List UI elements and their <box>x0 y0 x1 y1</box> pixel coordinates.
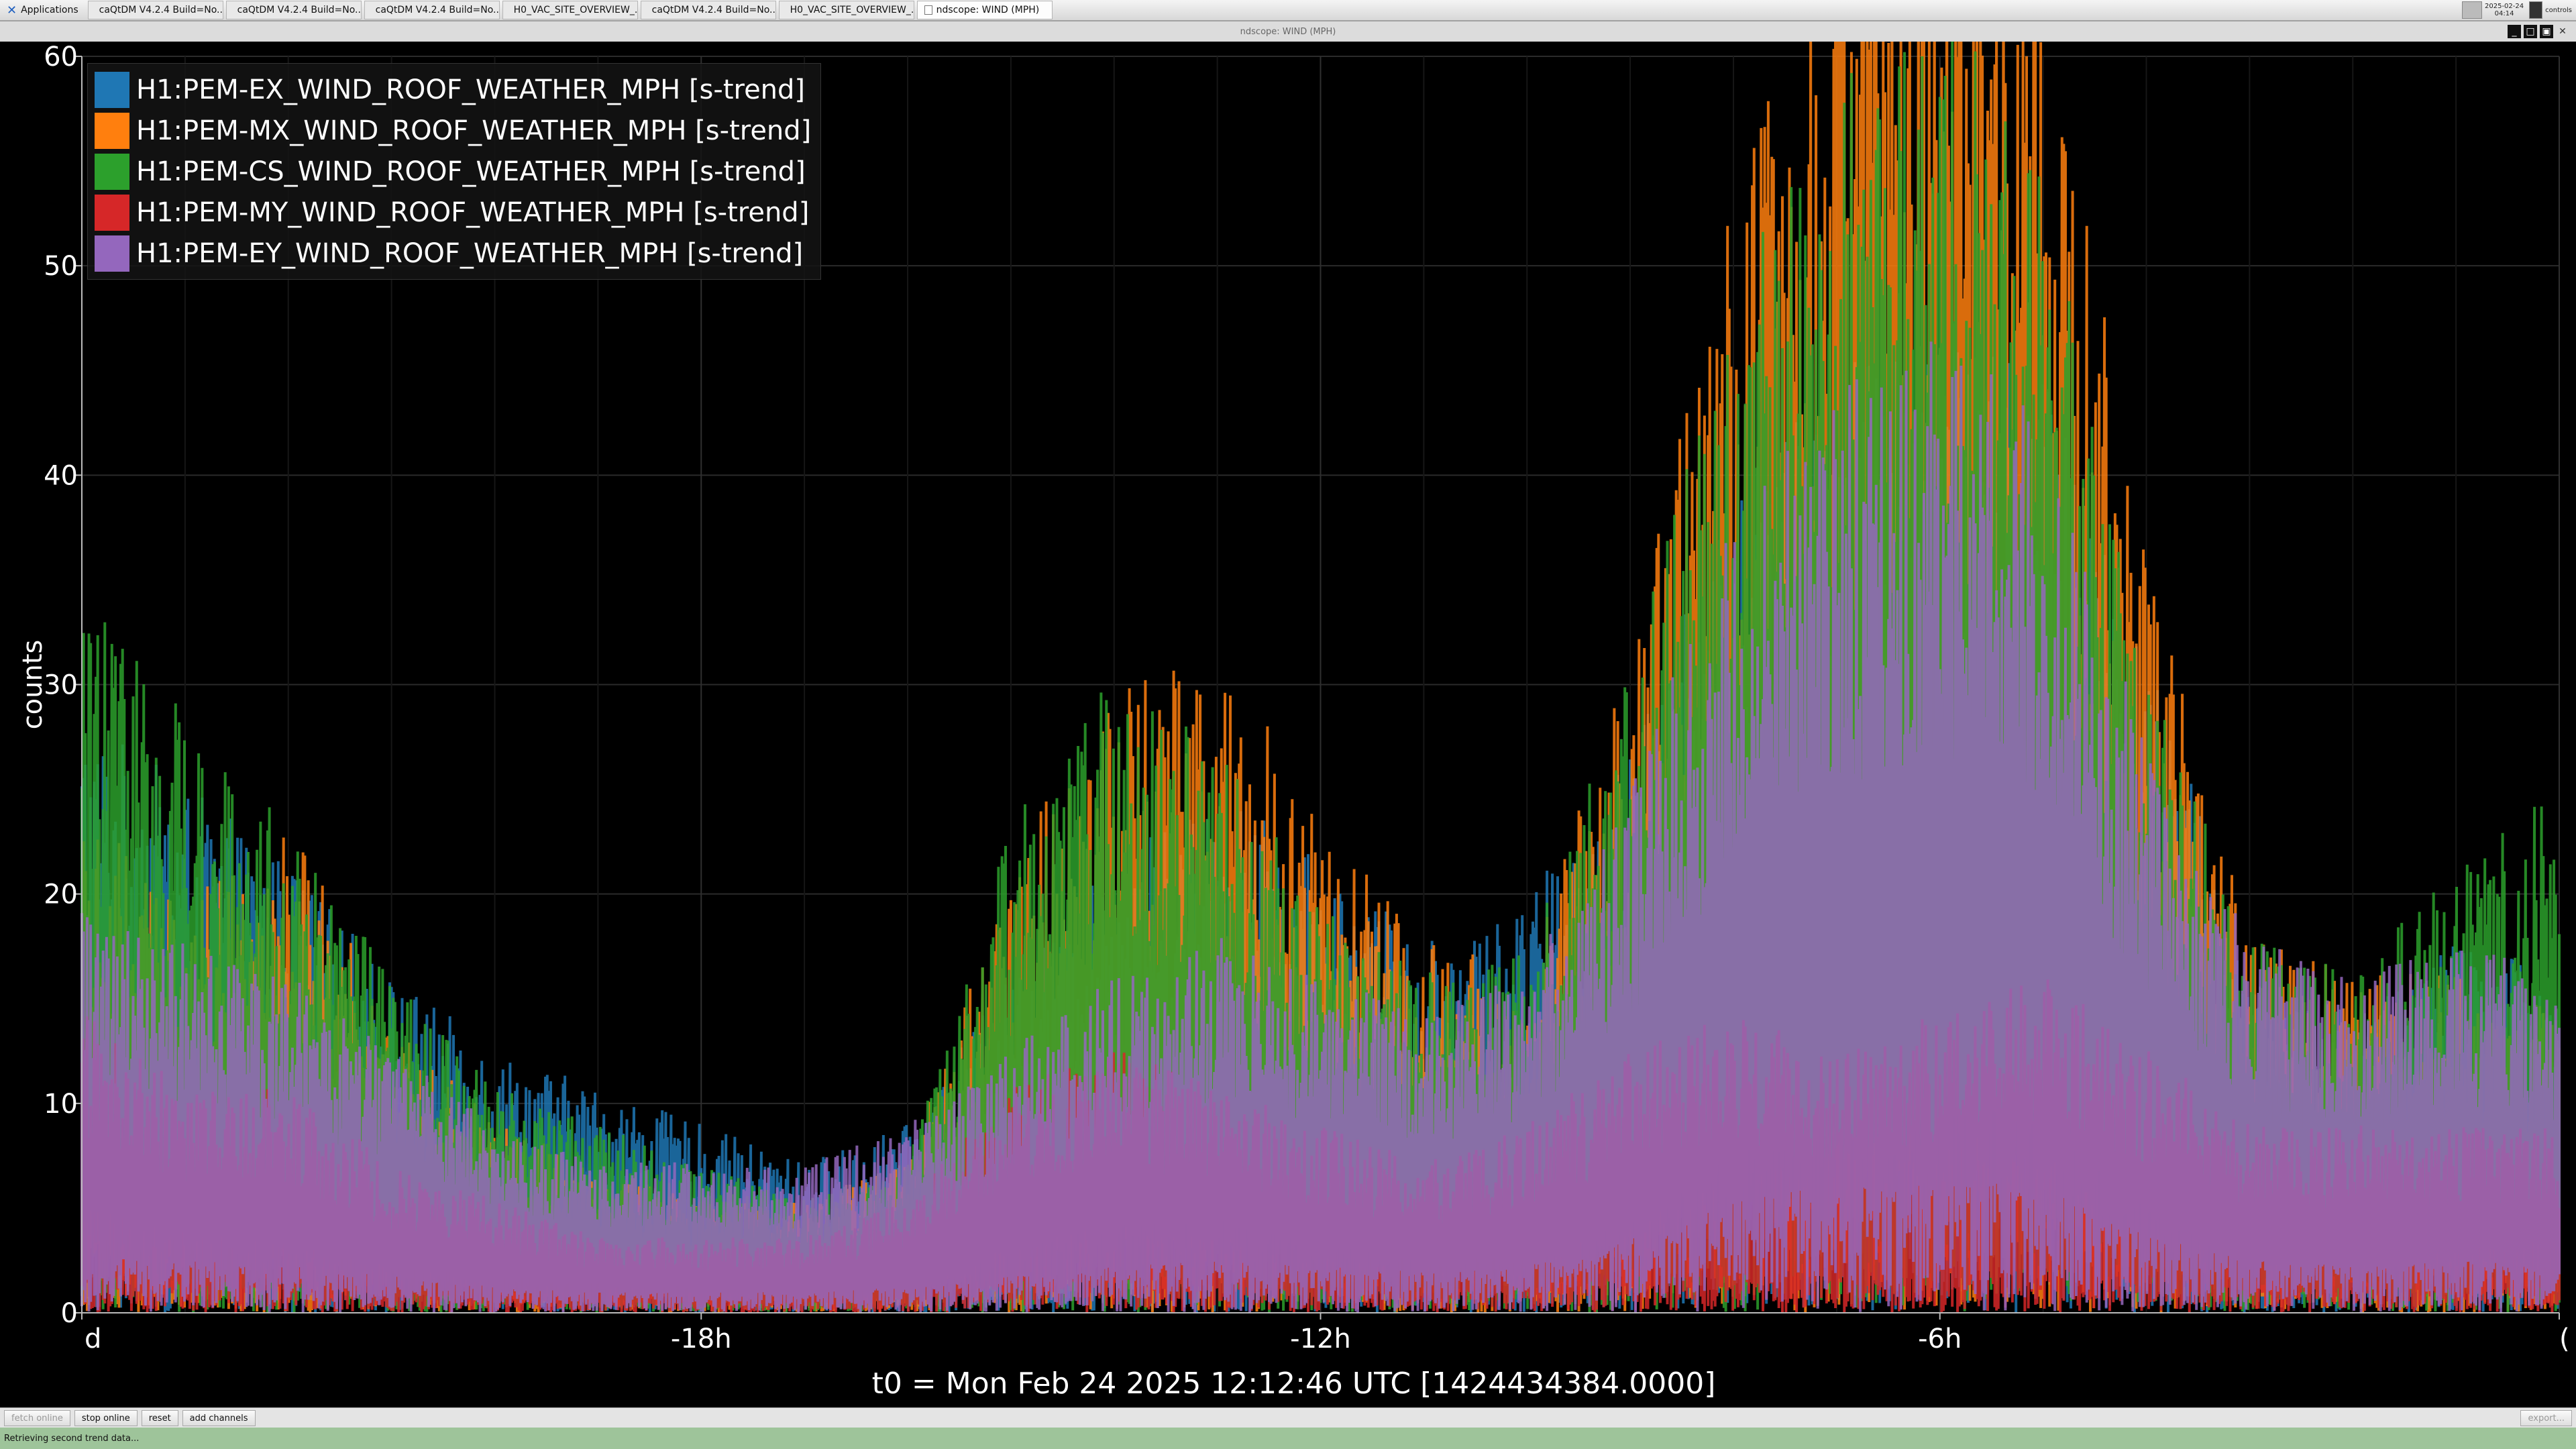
legend-entry[interactable]: H1:PEM-CS_WIND_ROOF_WEATHER_MPH [s-trend… <box>95 151 811 192</box>
status-bar: Retrieving second trend data... <box>0 1428 2576 1449</box>
legend-swatch <box>95 235 129 272</box>
taskbar-window-0[interactable]: caQtDM V4.2.4 Build=No... <box>87 1 223 19</box>
taskbar-window-6[interactable]: ndscope: WIND (MPH) <box>916 1 1053 19</box>
taskbar-window-1[interactable]: caQtDM V4.2.4 Build=No... <box>225 1 362 19</box>
taskbar-window-label: caQtDM V4.2.4 Build=No... <box>375 5 500 15</box>
legend-label: H1:PEM-EX_WIND_ROOF_WEATHER_MPH [s-trend… <box>136 74 806 105</box>
y-tick-label: 0 <box>61 1298 78 1329</box>
legend-swatch <box>95 112 129 149</box>
window-titlebar[interactable]: ndscope: WIND (MPH) _ □ ▣ ✕ <box>0 21 2576 42</box>
taskbar-window-label: caQtDM V4.2.4 Build=No... <box>99 5 223 15</box>
taskbar-window-3[interactable]: H0_VAC_SITE_OVERVIEW_... <box>502 1 638 19</box>
plot-legend[interactable]: H1:PEM-EX_WIND_ROOF_WEATHER_MPH [s-trend… <box>87 63 822 280</box>
taskbar-window-label: H0_VAC_SITE_OVERVIEW_... <box>790 5 914 15</box>
legend-label: H1:PEM-EY_WIND_ROOF_WEATHER_MPH [s-trend… <box>136 237 804 269</box>
taskbar-window-label: ndscope: WIND (MPH) <box>936 5 1040 15</box>
legend-label: H1:PEM-CS_WIND_ROOF_WEATHER_MPH [s-trend… <box>136 156 806 187</box>
x-tick-label: d <box>85 1324 101 1354</box>
stop-online-button[interactable]: stop online <box>74 1410 138 1426</box>
x-tick-label: -12h <box>1290 1324 1351 1354</box>
maximize-button[interactable]: □ <box>2524 25 2537 38</box>
taskbar-window-2[interactable]: caQtDM V4.2.4 Build=No... <box>364 1 500 19</box>
taskbar-window-4[interactable]: caQtDM V4.2.4 Build=No... <box>640 1 776 19</box>
y-tick-label: 60 <box>44 42 78 72</box>
applications-label: Applications <box>21 5 78 15</box>
y-tick-label: 10 <box>44 1089 78 1120</box>
legend-entry[interactable]: H1:PEM-MY_WIND_ROOF_WEATHER_MPH [s-trend… <box>95 192 811 233</box>
legend-entry[interactable]: H1:PEM-EX_WIND_ROOF_WEATHER_MPH [s-trend… <box>95 69 811 110</box>
legend-entry[interactable]: H1:PEM-EY_WIND_ROOF_WEATHER_MPH [s-trend… <box>95 233 811 274</box>
clock[interactable]: 2025-02-24 04:14 <box>2485 3 2524 17</box>
legend-swatch <box>95 194 129 231</box>
add-channels-button[interactable]: add channels <box>182 1410 256 1426</box>
y-tick-label: 20 <box>44 879 78 910</box>
document-icon <box>924 5 932 15</box>
taskbar-window-5[interactable]: H0_VAC_SITE_OVERVIEW_... <box>778 1 914 19</box>
reset-button[interactable]: reset <box>141 1410 178 1426</box>
taskbar-window-label: caQtDM V4.2.4 Build=No... <box>237 5 362 15</box>
export-button[interactable]: export... <box>2520 1410 2572 1426</box>
workspace-switcher[interactable] <box>2462 1 2482 19</box>
taskbar-window-label: caQtDM V4.2.4 Build=No... <box>651 5 776 15</box>
legend-swatch <box>95 71 129 108</box>
legend-swatch <box>95 153 129 190</box>
x-axis-label: t0 = Mon Feb 24 2025 12:12:46 UTC [14244… <box>872 1366 1716 1401</box>
control-bar: fetch online stop online reset add channels… <box>0 1407 2576 1428</box>
legend-label: H1:PEM-MY_WIND_ROOF_WEATHER_MPH [s-trend… <box>136 197 810 228</box>
y-axis-label: counts <box>17 640 48 730</box>
taskbar-window-label: H0_VAC_SITE_OVERVIEW_... <box>513 5 638 15</box>
fetch-online-button[interactable]: fetch online <box>4 1410 70 1426</box>
user-label: controls <box>2545 6 2572 14</box>
y-tick-label: 40 <box>44 460 78 491</box>
status-message: Retrieving second trend data... <box>4 1433 140 1444</box>
applications-menu[interactable]: ✕ Applications <box>0 1 85 19</box>
applications-icon: ✕ <box>7 3 17 17</box>
y-tick-label: 30 <box>44 670 78 701</box>
close-button[interactable]: ✕ <box>2556 25 2569 38</box>
plot-area[interactable]: 0 10 20 30 40 50 60 d -18h -12h -6h ( counts t0 = Mon… <box>0 42 2576 1407</box>
network-icon[interactable] <box>2529 1 2543 19</box>
clock-date: 2025-02-24 <box>2485 3 2524 10</box>
system-tray: 2025-02-24 04:14 controls <box>2462 0 2576 20</box>
minimize-button[interactable]: _ <box>2508 25 2521 38</box>
restore-button[interactable]: ▣ <box>2540 25 2553 38</box>
window-title: ndscope: WIND (MPH) <box>1240 27 1336 37</box>
x-tick-label: -18h <box>671 1324 732 1354</box>
x-tick-label: ( <box>2559 1324 2570 1354</box>
legend-label: H1:PEM-MX_WIND_ROOF_WEATHER_MPH [s-trend… <box>136 115 812 146</box>
legend-entry[interactable]: H1:PEM-MX_WIND_ROOF_WEATHER_MPH [s-trend… <box>95 110 811 151</box>
taskbar: ✕ Applications caQtDM V4.2.4 Build=No...… <box>0 0 2576 21</box>
x-tick-label: -6h <box>1918 1324 1962 1354</box>
clock-time: 04:14 <box>2494 10 2514 17</box>
y-tick-label: 50 <box>44 251 78 282</box>
